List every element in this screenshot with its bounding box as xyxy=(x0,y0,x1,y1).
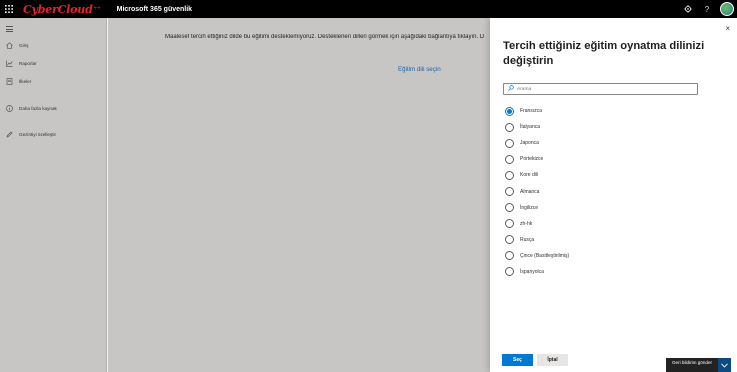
option-label: Rusça xyxy=(520,236,535,243)
app-title[interactable]: Microsoft 365 güvenlik xyxy=(117,6,192,13)
nav-item-label: Raporlar xyxy=(19,61,37,66)
language-option[interactable]: Almanca xyxy=(505,183,569,199)
close-icon[interactable]: × xyxy=(725,24,730,33)
language-options: Fransızca İtalyanca Japonca Portekizce K… xyxy=(505,103,569,280)
nav-item-policies[interactable]: İlkeler xyxy=(6,78,31,85)
option-label: Fransızca xyxy=(520,108,542,115)
gear-icon[interactable] xyxy=(679,0,697,18)
policy-icon xyxy=(6,78,13,85)
radio-button[interactable] xyxy=(505,235,514,245)
option-label: Almanca xyxy=(520,188,540,195)
radio-button[interactable] xyxy=(505,138,514,148)
option-label: İngilizce xyxy=(520,204,539,211)
search-box xyxy=(503,83,698,95)
nav-item-customize-navigation[interactable]: Gezintiyi özelleştir xyxy=(6,131,56,138)
pencil-icon xyxy=(6,131,13,138)
radio-button[interactable] xyxy=(505,106,514,116)
language-option[interactable]: Fransızca xyxy=(505,103,569,119)
option-label: İspanyolca xyxy=(520,268,544,275)
nav-item-label: Giriş xyxy=(19,43,29,48)
radio-button[interactable] xyxy=(505,267,514,277)
language-option[interactable]: Portekizce xyxy=(505,151,569,167)
feedback-button[interactable]: Geri bildirim gönder xyxy=(666,358,718,372)
language-option[interactable]: İtalyanca xyxy=(505,119,569,135)
app-launcher-icon[interactable] xyxy=(0,0,18,18)
hamburger-menu-icon[interactable] xyxy=(6,26,13,34)
language-option[interactable]: İspanyolca xyxy=(505,264,569,280)
brand-logo-suffix: ++ xyxy=(93,6,101,12)
avatar[interactable] xyxy=(720,2,734,16)
radio-button[interactable] xyxy=(505,219,514,229)
left-navigation: Giriş Raporlar İlkeler Daha fazla kaynak… xyxy=(0,18,107,372)
nav-item-reports[interactable]: Raporlar xyxy=(6,60,37,67)
choose-training-language-link[interactable]: Eğitim dili seçin xyxy=(398,66,441,73)
language-option[interactable]: İngilizce xyxy=(505,200,569,216)
option-label: Portekizce xyxy=(520,156,544,163)
radio-button[interactable] xyxy=(505,154,514,164)
radio-button[interactable] xyxy=(505,251,514,261)
question-icon[interactable]: ? xyxy=(698,0,716,18)
nav-item-more-resources[interactable]: Daha fazla kaynak xyxy=(6,105,57,112)
nav-item-label: Gezintiyi özelleştir xyxy=(19,132,57,137)
language-option[interactable]: Kore dili xyxy=(505,167,569,183)
top-bar: CyberCloud ++ Microsoft 365 güvenlik ? xyxy=(0,0,737,18)
search-input[interactable] xyxy=(517,86,687,92)
info-icon xyxy=(6,105,13,112)
language-panel: × Tercih ettiğiniz eğitim oynatma dilini… xyxy=(490,18,737,372)
language-option[interactable]: zh-hk xyxy=(505,216,569,232)
language-option[interactable]: Rusça xyxy=(505,232,569,248)
option-label: Çince (Basitleştirilmiş) xyxy=(520,252,570,259)
option-label: zh-hk xyxy=(520,220,533,227)
cancel-button[interactable]: İptal xyxy=(537,354,568,366)
language-option[interactable]: Japonca xyxy=(505,135,569,151)
search-icon xyxy=(508,85,514,93)
option-label: Kore dili xyxy=(520,172,539,179)
chevron-down-icon[interactable] xyxy=(718,358,731,372)
main-content: Maalesef tercih ettiğiniz dilde bu eğiti… xyxy=(108,18,490,372)
nav-item-home[interactable]: Giriş xyxy=(6,42,28,49)
radio-button[interactable] xyxy=(505,122,514,132)
nav-item-label: Daha fazla kaynak xyxy=(19,106,57,111)
brand-logo[interactable]: CyberCloud xyxy=(23,3,93,16)
panel-title: Tercih ettiğiniz eğitim oynatma dilinizi… xyxy=(503,40,705,67)
option-label: İtalyanca xyxy=(520,124,541,131)
radio-button[interactable] xyxy=(505,187,514,197)
radio-button[interactable] xyxy=(505,203,514,213)
unsupported-language-message: Maalesef tercih ettiğiniz dilde bu eğiti… xyxy=(165,34,485,40)
home-icon xyxy=(6,42,13,49)
radio-button[interactable] xyxy=(505,170,514,180)
chart-icon xyxy=(6,60,13,67)
language-option[interactable]: Çince (Basitleştirilmiş) xyxy=(505,248,569,264)
select-button[interactable]: Seç xyxy=(502,354,533,366)
nav-item-label: İlkeler xyxy=(19,79,32,84)
option-label: Japonca xyxy=(520,140,539,147)
